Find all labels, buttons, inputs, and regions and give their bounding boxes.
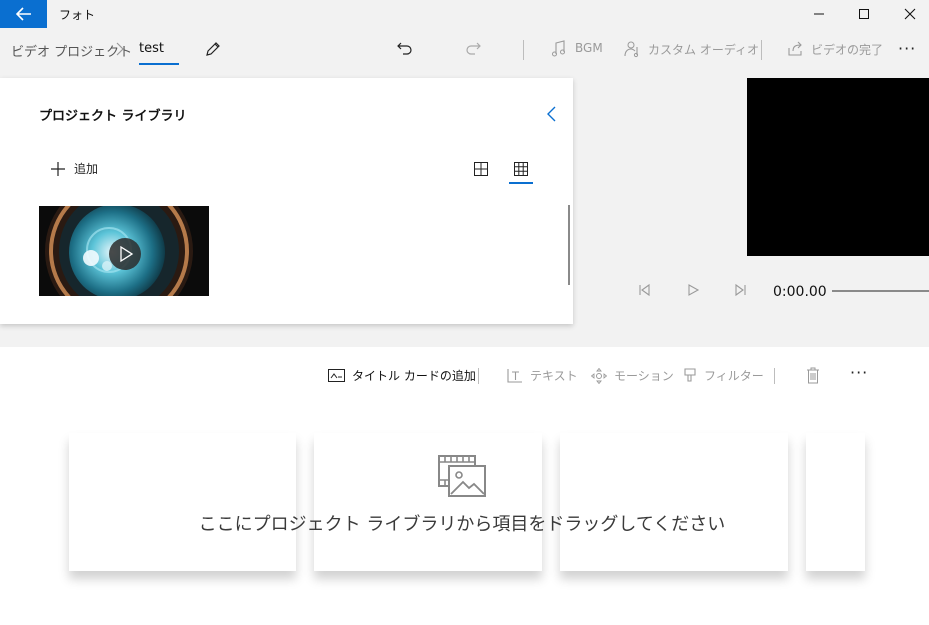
custom-audio-icon (624, 41, 639, 58)
text-label: テキスト (530, 369, 578, 383)
next-frame-icon[interactable] (734, 283, 748, 297)
edit-name-pencil-icon[interactable] (204, 40, 222, 58)
motion-icon (591, 367, 607, 384)
collapse-chevron-left-icon[interactable] (545, 105, 557, 123)
video-preview (747, 78, 929, 256)
camera-lens-image (39, 206, 209, 296)
drop-instruction-text: ここにプロジェクト ライブラリから項目をドラッグしてください (198, 514, 726, 535)
storyboard-slot (806, 433, 865, 571)
storyboard-divider (478, 368, 479, 384)
add-media-button[interactable]: 追加 (50, 160, 98, 177)
close-button[interactable] (887, 0, 929, 28)
command-bar: ビデオ プロジェクト test BGM カスタム オーディオ ビデオの完了 ··… (0, 28, 929, 70)
media-drop-icon (438, 455, 486, 497)
add-title-card-label: タイトル カードの追加 (352, 369, 476, 383)
storyboard-divider (774, 368, 775, 384)
maximize-icon (859, 9, 869, 19)
music-note-icon (552, 40, 565, 57)
seek-bar[interactable] (832, 290, 929, 292)
trash-icon[interactable] (806, 367, 820, 384)
title-card-icon (328, 369, 345, 382)
undo-icon[interactable] (396, 40, 414, 58)
playback-time: 0:00.00 (773, 284, 827, 300)
video-thumbnail[interactable] (39, 206, 209, 296)
redo-icon[interactable] (464, 40, 482, 58)
play-icon[interactable] (686, 283, 700, 297)
storyboard-slot (560, 433, 788, 571)
app-title: フォト (59, 8, 96, 22)
library-title: プロジェクト ライブラリ (39, 109, 187, 124)
motion-label: モーション (614, 369, 674, 383)
chevron-right-icon (116, 42, 124, 56)
text-icon (507, 369, 522, 383)
back-button[interactable] (0, 0, 47, 28)
selected-view-indicator (509, 182, 533, 184)
finish-video-button[interactable]: ビデオの完了 (811, 41, 883, 58)
minimize-button[interactable] (796, 0, 842, 28)
back-arrow-icon (15, 7, 31, 21)
plus-icon (51, 161, 65, 176)
large-grid-view-icon[interactable] (472, 160, 490, 178)
previous-frame-icon[interactable] (637, 283, 651, 297)
minimize-icon (814, 13, 824, 15)
add-media-label: 追加 (74, 162, 99, 176)
maximize-button[interactable] (841, 0, 887, 28)
storyboard-slot (314, 433, 542, 571)
toolbar-divider (761, 40, 762, 60)
more-options-button[interactable]: ··· (898, 39, 916, 58)
filter-label: フィルター (704, 369, 764, 383)
filter-brush-icon (684, 367, 696, 382)
motion-button[interactable]: モーション (591, 367, 674, 384)
toolbar-divider (523, 40, 524, 60)
project-name-underline (139, 63, 179, 65)
small-grid-view-icon[interactable] (512, 160, 530, 178)
project-name[interactable]: test (139, 41, 164, 56)
share-export-icon (788, 41, 802, 56)
add-title-card-button[interactable]: タイトル カードの追加 (328, 367, 476, 384)
project-library-panel: プロジェクト ライブラリ 追加 (0, 78, 573, 324)
library-scrollbar[interactable] (568, 205, 570, 285)
storyboard-more-button[interactable]: ··· (850, 363, 868, 382)
storyboard-slot (69, 433, 296, 571)
text-button[interactable]: テキスト (507, 367, 578, 384)
close-icon (904, 8, 916, 20)
custom-audio-button[interactable]: カスタム オーディオ (648, 41, 759, 58)
title-bar: フォト (0, 0, 929, 28)
breadcrumb-root[interactable]: ビデオ プロジェクト (11, 41, 132, 60)
filter-button[interactable]: フィルター (683, 367, 764, 384)
bgm-button[interactable]: BGM (575, 41, 603, 55)
